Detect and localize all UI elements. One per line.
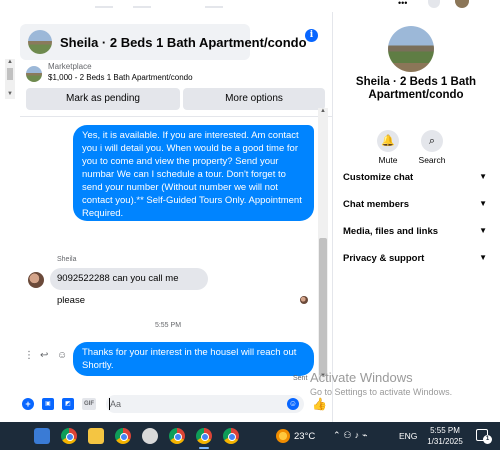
listing-thumbnail-small <box>26 66 42 82</box>
scroll-up-arrow-icon[interactable]: ▲ <box>7 59 13 65</box>
top-strip-icon[interactable] <box>95 0 113 8</box>
top-strip-icon[interactable] <box>133 0 151 8</box>
search-icon: ⌕ <box>421 130 443 152</box>
seen-indicator-avatar <box>300 296 308 304</box>
chevron-down-icon: ▼ <box>479 226 487 235</box>
clock[interactable]: 5:55 PM 1/31/2025 <box>424 425 466 447</box>
listing-photo <box>388 26 434 72</box>
chrome-app-icon[interactable] <box>115 428 131 444</box>
message-composer: + ▣ ◩ GIF ☺ 👍 <box>18 392 332 416</box>
bell-icon: 🔔 <box>377 130 399 152</box>
sender-avatar[interactable] <box>28 272 44 288</box>
top-strip-icon[interactable] <box>205 0 223 8</box>
reply-icon[interactable]: ↩ <box>40 350 48 361</box>
file-explorer-icon[interactable] <box>88 428 104 444</box>
chrome-app-icon[interactable] <box>61 428 77 444</box>
header-scrollbar[interactable]: ▲ ▼ <box>5 59 15 99</box>
watermark-subtitle: Go to Settings to activate Windows. <box>310 387 453 397</box>
react-emoji-icon[interactable]: ☺ <box>57 350 67 361</box>
section-label: Customize chat <box>343 172 414 183</box>
clock-date: 1/31/2025 <box>427 437 463 446</box>
search-label: Search <box>418 155 446 165</box>
gif-icon[interactable]: GIF <box>82 398 96 410</box>
notification-badge: 1 <box>483 435 492 444</box>
emoji-icon[interactable]: ☺ <box>287 398 299 410</box>
photo-icon[interactable]: ▣ <box>42 398 54 410</box>
chrome-app-icon[interactable] <box>223 428 239 444</box>
thumbs-up-icon[interactable]: 👍 <box>312 397 327 411</box>
sender-name: Sheila <box>57 256 77 263</box>
chevron-down-icon: ▼ <box>479 253 487 262</box>
notifications-icon[interactable] <box>428 0 440 8</box>
chevron-down-icon: ▼ <box>479 172 487 181</box>
top-strip: ••• <box>0 0 500 12</box>
messages-scrollbar[interactable]: ▲ ▼ <box>318 108 328 380</box>
message-input[interactable] <box>106 395 304 413</box>
text-caret <box>109 398 110 410</box>
listing-thumbnail <box>28 30 52 54</box>
outgoing-message-bubble[interactable]: Thanks for your interest in the housel w… <box>73 342 314 376</box>
store-app-icon[interactable] <box>34 428 50 444</box>
menu-dots-icon[interactable]: ••• <box>398 0 410 8</box>
account-avatar[interactable] <box>455 0 469 8</box>
scroll-thumb[interactable] <box>319 238 327 376</box>
clock-time: 5:55 PM <box>430 426 460 435</box>
watermark-title: Activate Windows <box>310 370 413 385</box>
system-tray-icons[interactable]: ⌃⚇♪⌁ <box>333 430 371 441</box>
windows-taskbar: 23°C ⌃⚇♪⌁ ENG 5:55 PM 1/31/2025 1 <box>0 422 500 450</box>
marketplace-label: Marketplace <box>48 62 92 71</box>
temperature[interactable]: 23°C <box>294 431 315 442</box>
chat-header[interactable]: Sheila · 2 Beds 1 Bath Apartment/condo <box>20 24 307 60</box>
weather-icon[interactable] <box>276 429 290 443</box>
section-privacy-support[interactable]: Privacy & support ▼ <box>343 253 489 269</box>
scroll-down-arrow-icon[interactable]: ▼ <box>7 91 13 97</box>
more-dots-icon[interactable]: ⋮ <box>24 350 34 361</box>
section-label: Privacy & support <box>343 253 425 264</box>
mark-as-pending-button[interactable]: Mark as pending <box>26 88 180 110</box>
chrome-app-icon[interactable] <box>169 428 185 444</box>
sent-status: Sent <box>293 375 308 382</box>
activate-windows-watermark: Activate Windows Go to Settings to activ… <box>310 370 452 397</box>
section-label: Chat members <box>343 199 409 210</box>
listing-description: $1,000 - 2 Beds 1 Bath Apartment/condo <box>48 73 193 82</box>
chat-title: Sheila · 2 Beds 1 Bath Apartment/condo <box>60 35 307 50</box>
scroll-thumb[interactable] <box>7 68 13 80</box>
section-label: Media, files and links <box>343 226 439 237</box>
sticker-icon[interactable]: ◩ <box>62 398 74 410</box>
info-icon[interactable]: i <box>305 29 318 42</box>
chrome-app-icon-active[interactable] <box>196 428 212 449</box>
chevron-down-icon: ▼ <box>479 199 487 208</box>
incoming-message-bubble[interactable]: 9092522288 can you call me please <box>50 268 208 306</box>
section-customize-chat[interactable]: Customize chat ▼ <box>343 172 489 188</box>
section-media-files-links[interactable]: Media, files and links ▼ <box>343 226 489 242</box>
app-icon[interactable] <box>142 428 158 444</box>
marketplace-card: Marketplace $1,000 - 2 Beds 1 Bath Apart… <box>20 61 332 121</box>
add-icon[interactable]: + <box>22 398 34 410</box>
more-options-button[interactable]: More options <box>183 88 325 110</box>
conversation-info-panel: Sheila · 2 Beds 1 Bath Apartment/condo 🔔… <box>332 12 500 422</box>
search-button[interactable]: ⌕ Search <box>402 130 462 165</box>
outgoing-message-bubble[interactable]: Yes, it is available. If you are interes… <box>73 125 314 221</box>
scroll-up-arrow-icon[interactable]: ▲ <box>320 108 326 114</box>
info-title: Sheila · 2 Beds 1 Bath Apartment/condo <box>355 76 477 101</box>
section-chat-members[interactable]: Chat members ▼ <box>343 199 489 215</box>
language-indicator[interactable]: ENG <box>399 431 417 441</box>
message-timestamp: 5:55 PM <box>154 322 182 329</box>
